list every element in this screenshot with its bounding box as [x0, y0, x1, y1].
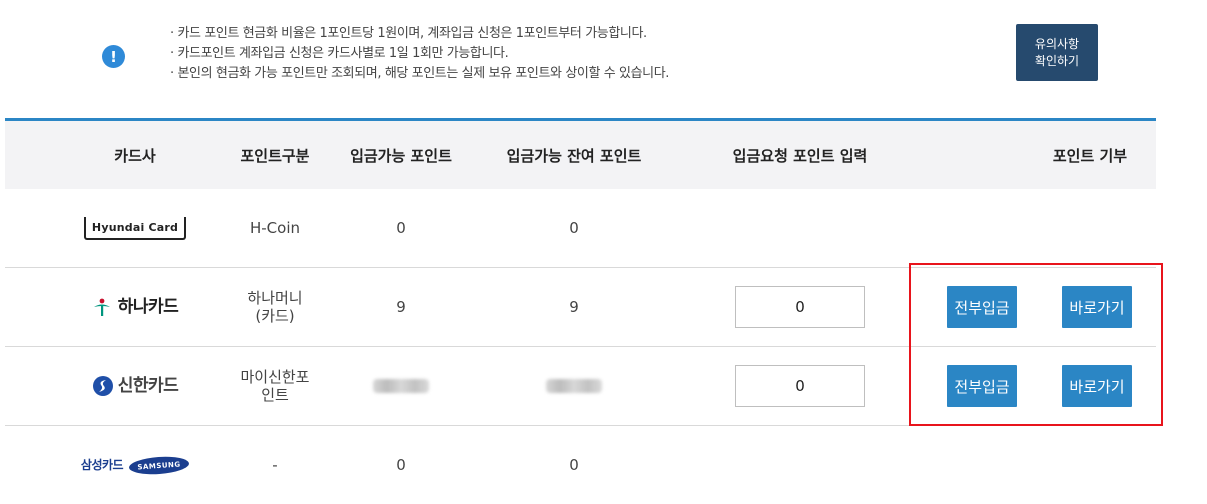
point-type: 하나머니 (카드) — [247, 289, 303, 325]
header-card-company: 카드사 — [114, 146, 156, 165]
request-points-input[interactable] — [735, 365, 865, 407]
shinhan-card-name: 신한카드 — [117, 376, 179, 396]
notice-line: 카드포인트 계좌입금 신청은 카드사별로 1일 1회만 가능합니다. — [170, 44, 669, 64]
available-points: 0 — [396, 219, 406, 237]
shinhan-card-logo: 신한카드 — [92, 375, 179, 397]
hana-logo-icon — [93, 298, 110, 316]
samsung-card-logo: 삼성카드 SAMSUNG — [80, 454, 190, 476]
header-remaining-points: 입금가능 잔여 포인트 — [506, 146, 642, 165]
hana-card-name: 하나카드 — [117, 297, 179, 317]
header-point-type: 포인트구분 — [240, 146, 310, 165]
deposit-all-button[interactable]: 전부입금 — [947, 365, 1017, 407]
available-points: 9 — [396, 298, 406, 316]
blurred-remaining-points — [546, 379, 602, 393]
hana-card-logo: 하나카드 — [92, 297, 179, 317]
table-row: 하나카드 하나머니 (카드) 9 9 전부입금 바로가기 — [5, 268, 1156, 347]
header-donation: 포인트 기부 — [1052, 146, 1128, 165]
header-available-points: 입금가능 포인트 — [350, 146, 452, 165]
shinhan-logo-icon — [92, 376, 113, 396]
notice-button-label: 확인하기 — [1034, 53, 1080, 68]
point-type: 마이신한포 인트 — [240, 368, 310, 404]
table-row: 삼성카드 SAMSUNG - 0 0 — [5, 426, 1156, 504]
hyundai-card-logo: Hyundai Card — [83, 216, 187, 240]
samsung-card-name: 삼성카드 — [80, 458, 124, 472]
notice-line: 카드 포인트 현금화 비율은 1포인트당 1원이며, 계좌입금 신청은 1포인트… — [170, 24, 669, 44]
request-points-input[interactable] — [735, 286, 865, 328]
point-type: H-Coin — [249, 219, 301, 237]
deposit-all-button[interactable]: 전부입금 — [947, 286, 1017, 328]
remaining-points: 0 — [569, 456, 579, 474]
available-points: 0 — [396, 456, 406, 474]
remaining-points: 9 — [569, 298, 579, 316]
card-points-table: 카드사 포인트구분 입금가능 포인트 입금가능 잔여 포인트 입금요청 포인트 … — [5, 118, 1156, 504]
go-donation-button[interactable]: 바로가기 — [1062, 365, 1132, 407]
notice-list: 카드 포인트 현금화 비율은 1포인트당 1원이며, 계좌입금 신청은 1포인트… — [170, 24, 669, 84]
go-donation-button[interactable]: 바로가기 — [1062, 286, 1132, 328]
point-type: - — [272, 456, 278, 474]
table-row: Hyundai Card H-Coin 0 0 — [5, 189, 1156, 268]
notice-line: 본인의 현금화 가능 포인트만 조회되며, 해당 포인트는 실제 보유 포인트와… — [170, 64, 669, 84]
samsung-badge: SAMSUNG — [128, 454, 190, 476]
header-request-input: 입금요청 포인트 입력 — [732, 146, 868, 165]
notice-button-label: 유의사항 — [1034, 36, 1080, 51]
blurred-available-points — [373, 379, 429, 393]
table-header: 카드사 포인트구분 입금가능 포인트 입금가능 잔여 포인트 입금요청 포인트 … — [5, 118, 1156, 189]
table-row: 신한카드 마이신한포 인트 전부입금 바로가기 — [5, 347, 1156, 426]
remaining-points: 0 — [569, 219, 579, 237]
exclamation-circle-icon: ! — [102, 45, 125, 68]
view-notice-button[interactable]: 유의사항 확인하기 — [1016, 24, 1098, 81]
